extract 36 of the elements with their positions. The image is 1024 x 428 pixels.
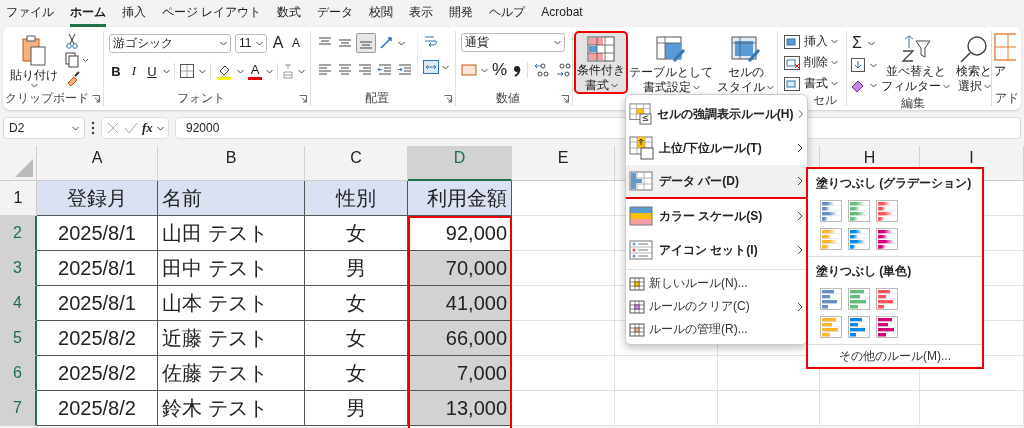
table-cell: 2025/8/1	[37, 251, 158, 286]
table-cell: 女	[305, 216, 408, 251]
table-cell: 女	[305, 356, 408, 391]
table-cell: 女	[305, 286, 408, 321]
group-label: 数値	[496, 89, 520, 107]
header-cell: 性別	[305, 181, 408, 216]
table-cell: 2025/8/2	[37, 321, 158, 356]
table-cell: 山田 テスト	[158, 216, 305, 251]
table-cell: 鈴木 テスト	[158, 391, 305, 426]
table-cell: 2025/8/1	[37, 216, 158, 251]
group-label: 編集	[901, 94, 925, 112]
group-label: クリップボード	[5, 89, 89, 107]
header-cell: 利用金額	[408, 181, 512, 216]
table-cell: 2025/8/1	[37, 286, 158, 321]
table-cell: 佐藤 テスト	[158, 356, 305, 391]
table-cell: 近藤 テスト	[158, 321, 305, 356]
table-cell: 41,000	[408, 286, 512, 321]
table-cell: 2025/8/2	[37, 356, 158, 391]
table-cell: 66,000	[408, 321, 512, 356]
add-in-label: ア	[994, 63, 1006, 80]
group-label: セル	[813, 91, 837, 109]
table-cell: 男	[305, 251, 408, 286]
header-cell: 登録月	[37, 181, 158, 216]
table-cell: 田中 テスト	[158, 251, 305, 286]
table-cell: 7,000	[408, 356, 512, 391]
table-cell: 2025/8/2	[37, 391, 158, 426]
table-cell: 70,000	[408, 251, 512, 286]
table-cell: 男	[305, 391, 408, 426]
table-cell: 13,000	[408, 391, 512, 426]
table-cell: 山本 テスト	[158, 286, 305, 321]
group-label: アド	[994, 89, 1019, 107]
group-label: フォント	[177, 89, 225, 107]
group-label: 配置	[365, 89, 389, 107]
header-cell: 名前	[158, 181, 305, 216]
table-cell: 女	[305, 321, 408, 356]
section-title: 塗りつぶし (単色)	[816, 263, 912, 280]
